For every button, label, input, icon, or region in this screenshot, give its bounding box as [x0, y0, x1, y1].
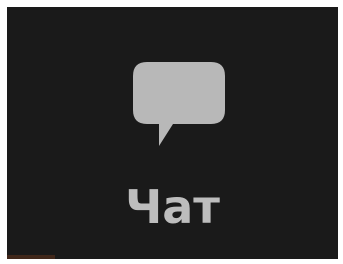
chat-label: Чат — [125, 180, 220, 234]
chat-bubble-icon — [133, 62, 225, 148]
bottom-accent — [7, 255, 55, 259]
toolbar-frame: Чат — [7, 7, 338, 259]
chat-button[interactable]: Чат — [7, 7, 338, 259]
